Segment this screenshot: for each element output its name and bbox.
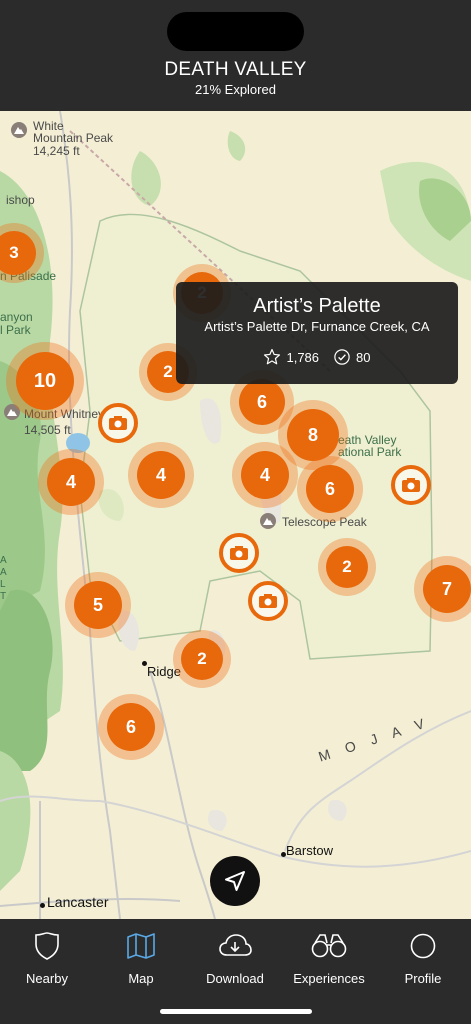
- location-popup[interactable]: Artist’s Palette Artist’s Palette Dr, Fu…: [176, 282, 458, 384]
- locate-me-button[interactable]: [210, 856, 260, 906]
- shield-icon: [35, 932, 59, 960]
- map-label-white-mountain-2: Mountain Peak: [33, 131, 114, 145]
- map-terrain: [0, 111, 471, 919]
- top-header: DEATH VALLEY 21% Explored: [0, 0, 471, 111]
- photo-spot-marker[interactable]: [391, 465, 431, 505]
- tab-profile[interactable]: Profile: [376, 931, 470, 986]
- tab-label: Nearby: [26, 971, 68, 986]
- cluster-count: 10: [16, 352, 74, 410]
- cluster-count: 6: [107, 703, 155, 751]
- peak-icon: [11, 122, 27, 138]
- cloud-download-icon: [219, 934, 252, 956]
- cluster-count: 2: [181, 638, 223, 680]
- tab-label: Download: [206, 971, 264, 986]
- navigation-arrow-icon: [225, 871, 245, 891]
- cluster-count: 6: [239, 379, 285, 425]
- photo-spot-marker[interactable]: [98, 403, 138, 443]
- camera-icon: [109, 416, 127, 430]
- map-label-edge-3: L: [0, 579, 6, 590]
- cluster-count: 4: [137, 451, 185, 499]
- park-title: DEATH VALLEY: [164, 59, 307, 80]
- popup-address: Artist’s Palette Dr, Furnance Creek, CA: [204, 319, 430, 334]
- popup-title: Artist’s Palette: [253, 295, 381, 317]
- cluster-marker[interactable]: 4: [232, 442, 298, 508]
- camera-icon: [230, 546, 248, 560]
- map-label-barstow: Barstow: [286, 843, 333, 858]
- tab-experiences[interactable]: Experiences: [282, 931, 376, 986]
- favorites-stat: 1,786: [263, 348, 319, 366]
- check-circle-icon: [334, 349, 350, 365]
- tab-label: Experiences: [293, 971, 365, 986]
- checkins-stat: 80: [333, 348, 371, 366]
- tab-label: Map: [128, 971, 154, 986]
- cluster-count: 5: [74, 581, 122, 629]
- map-label-whitney-elev: 14,505 ft: [24, 423, 71, 437]
- cluster-count: 4: [47, 458, 95, 506]
- checkins-count: 80: [356, 349, 371, 365]
- map-view[interactable]: White Mountain Peak 14,245 ft ishop n Pa…: [0, 111, 471, 919]
- tab-download[interactable]: Download: [188, 931, 282, 986]
- binoculars-icon: [311, 934, 347, 958]
- map-label-edge-1: A: [0, 555, 7, 566]
- star-icon: [264, 348, 281, 365]
- tab-nearby[interactable]: Nearby: [0, 931, 94, 986]
- peak-icon: [260, 513, 276, 529]
- bottom-tab-bar: Nearby Map Download Experiences Profile: [0, 919, 471, 1024]
- favorites-count: 1,786: [286, 349, 320, 365]
- popup-stats: 1,786 80: [176, 348, 458, 366]
- map-label-lancaster: Lancaster: [47, 894, 109, 910]
- map-label-bishop: ishop: [6, 193, 35, 207]
- cluster-marker[interactable]: 10: [6, 342, 84, 420]
- city-dot: [142, 661, 147, 666]
- map-label-edge-4: T: [0, 591, 7, 602]
- profile-icon: [410, 933, 436, 959]
- cluster-marker[interactable]: 4: [38, 449, 104, 515]
- photo-spot-marker[interactable]: [219, 533, 259, 573]
- map-icon: [127, 933, 155, 959]
- dynamic-island: [167, 12, 304, 51]
- map-label-white-mountain-elev: 14,245 ft: [33, 144, 80, 158]
- city-dot: [40, 903, 45, 908]
- tab-map[interactable]: Map: [94, 931, 188, 986]
- cluster-marker[interactable]: 2: [173, 630, 231, 688]
- cluster-count: 3: [0, 231, 36, 275]
- cluster-count: 2: [326, 546, 368, 588]
- map-label-death-valley-np-2: ational Park: [338, 445, 402, 459]
- cluster-marker[interactable]: 2: [318, 538, 376, 596]
- camera-icon: [259, 594, 277, 608]
- cluster-marker[interactable]: 6: [98, 694, 164, 760]
- camera-icon: [402, 478, 420, 492]
- cluster-marker[interactable]: 7: [414, 556, 471, 622]
- cluster-count: 6: [306, 465, 354, 513]
- cluster-count: 7: [423, 565, 471, 613]
- tab-label: Profile: [404, 971, 442, 986]
- photo-spot-marker[interactable]: [248, 581, 288, 621]
- cluster-count: 4: [241, 451, 289, 499]
- home-indicator[interactable]: [160, 1009, 312, 1014]
- explored-progress: 21% Explored: [195, 82, 276, 97]
- cluster-marker[interactable]: 5: [65, 572, 131, 638]
- city-dot: [281, 852, 286, 857]
- cluster-marker[interactable]: 4: [128, 442, 194, 508]
- cluster-marker[interactable]: 6: [297, 456, 363, 522]
- map-label-canyon: anyon: [0, 310, 33, 324]
- map-label-park: l Park: [0, 323, 31, 337]
- cluster-count: 8: [287, 409, 339, 461]
- map-label-edge-2: A: [0, 567, 7, 578]
